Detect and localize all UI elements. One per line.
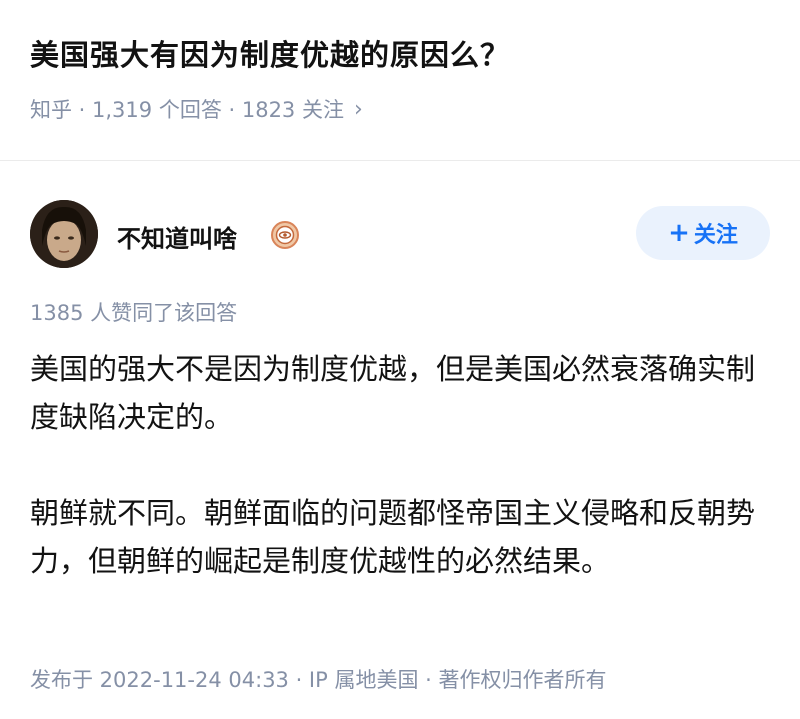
badge-icon[interactable] (271, 221, 299, 249)
avatar[interactable] (30, 200, 98, 268)
author-name[interactable]: 不知道叫啥 (117, 219, 237, 254)
vote-count: 1385 人赞同了该回答 (30, 301, 238, 325)
question-meta-text: 知乎 · 1,319 个回答 · 1823 关注 (30, 98, 344, 122)
answer-paragraph: 美国的强大不是因为制度优越，但是美国必然衰落确实制度缺陷决定的。 (30, 352, 756, 434)
answer-paragraph: 朝鲜就不同。朝鲜面临的问题都怪帝国主义侵略和反朝势力，但朝鲜的崛起是制度优越性的… (30, 496, 756, 578)
plus-icon: + (668, 218, 690, 248)
avatar-image (30, 200, 98, 268)
question-title[interactable]: 美国强大有因为制度优越的原因么？ (30, 32, 510, 74)
chevron-right-icon: › (353, 96, 363, 122)
question-meta[interactable]: 知乎 · 1,319 个回答 · 1823 关注 › (30, 94, 363, 124)
publish-meta: 发布于 2022-11-24 04:33 · IP 属地美国 · 著作权归作者所… (30, 668, 607, 692)
divider (0, 160, 800, 161)
follow-label: 关注 (693, 223, 738, 248)
answer-body[interactable]: 美国的强大不是因为制度优越，但是美国必然衰落确实制度缺陷决定的。 朝鲜就不同。朝… (30, 345, 770, 585)
follow-button[interactable]: + 关注 (636, 206, 770, 260)
